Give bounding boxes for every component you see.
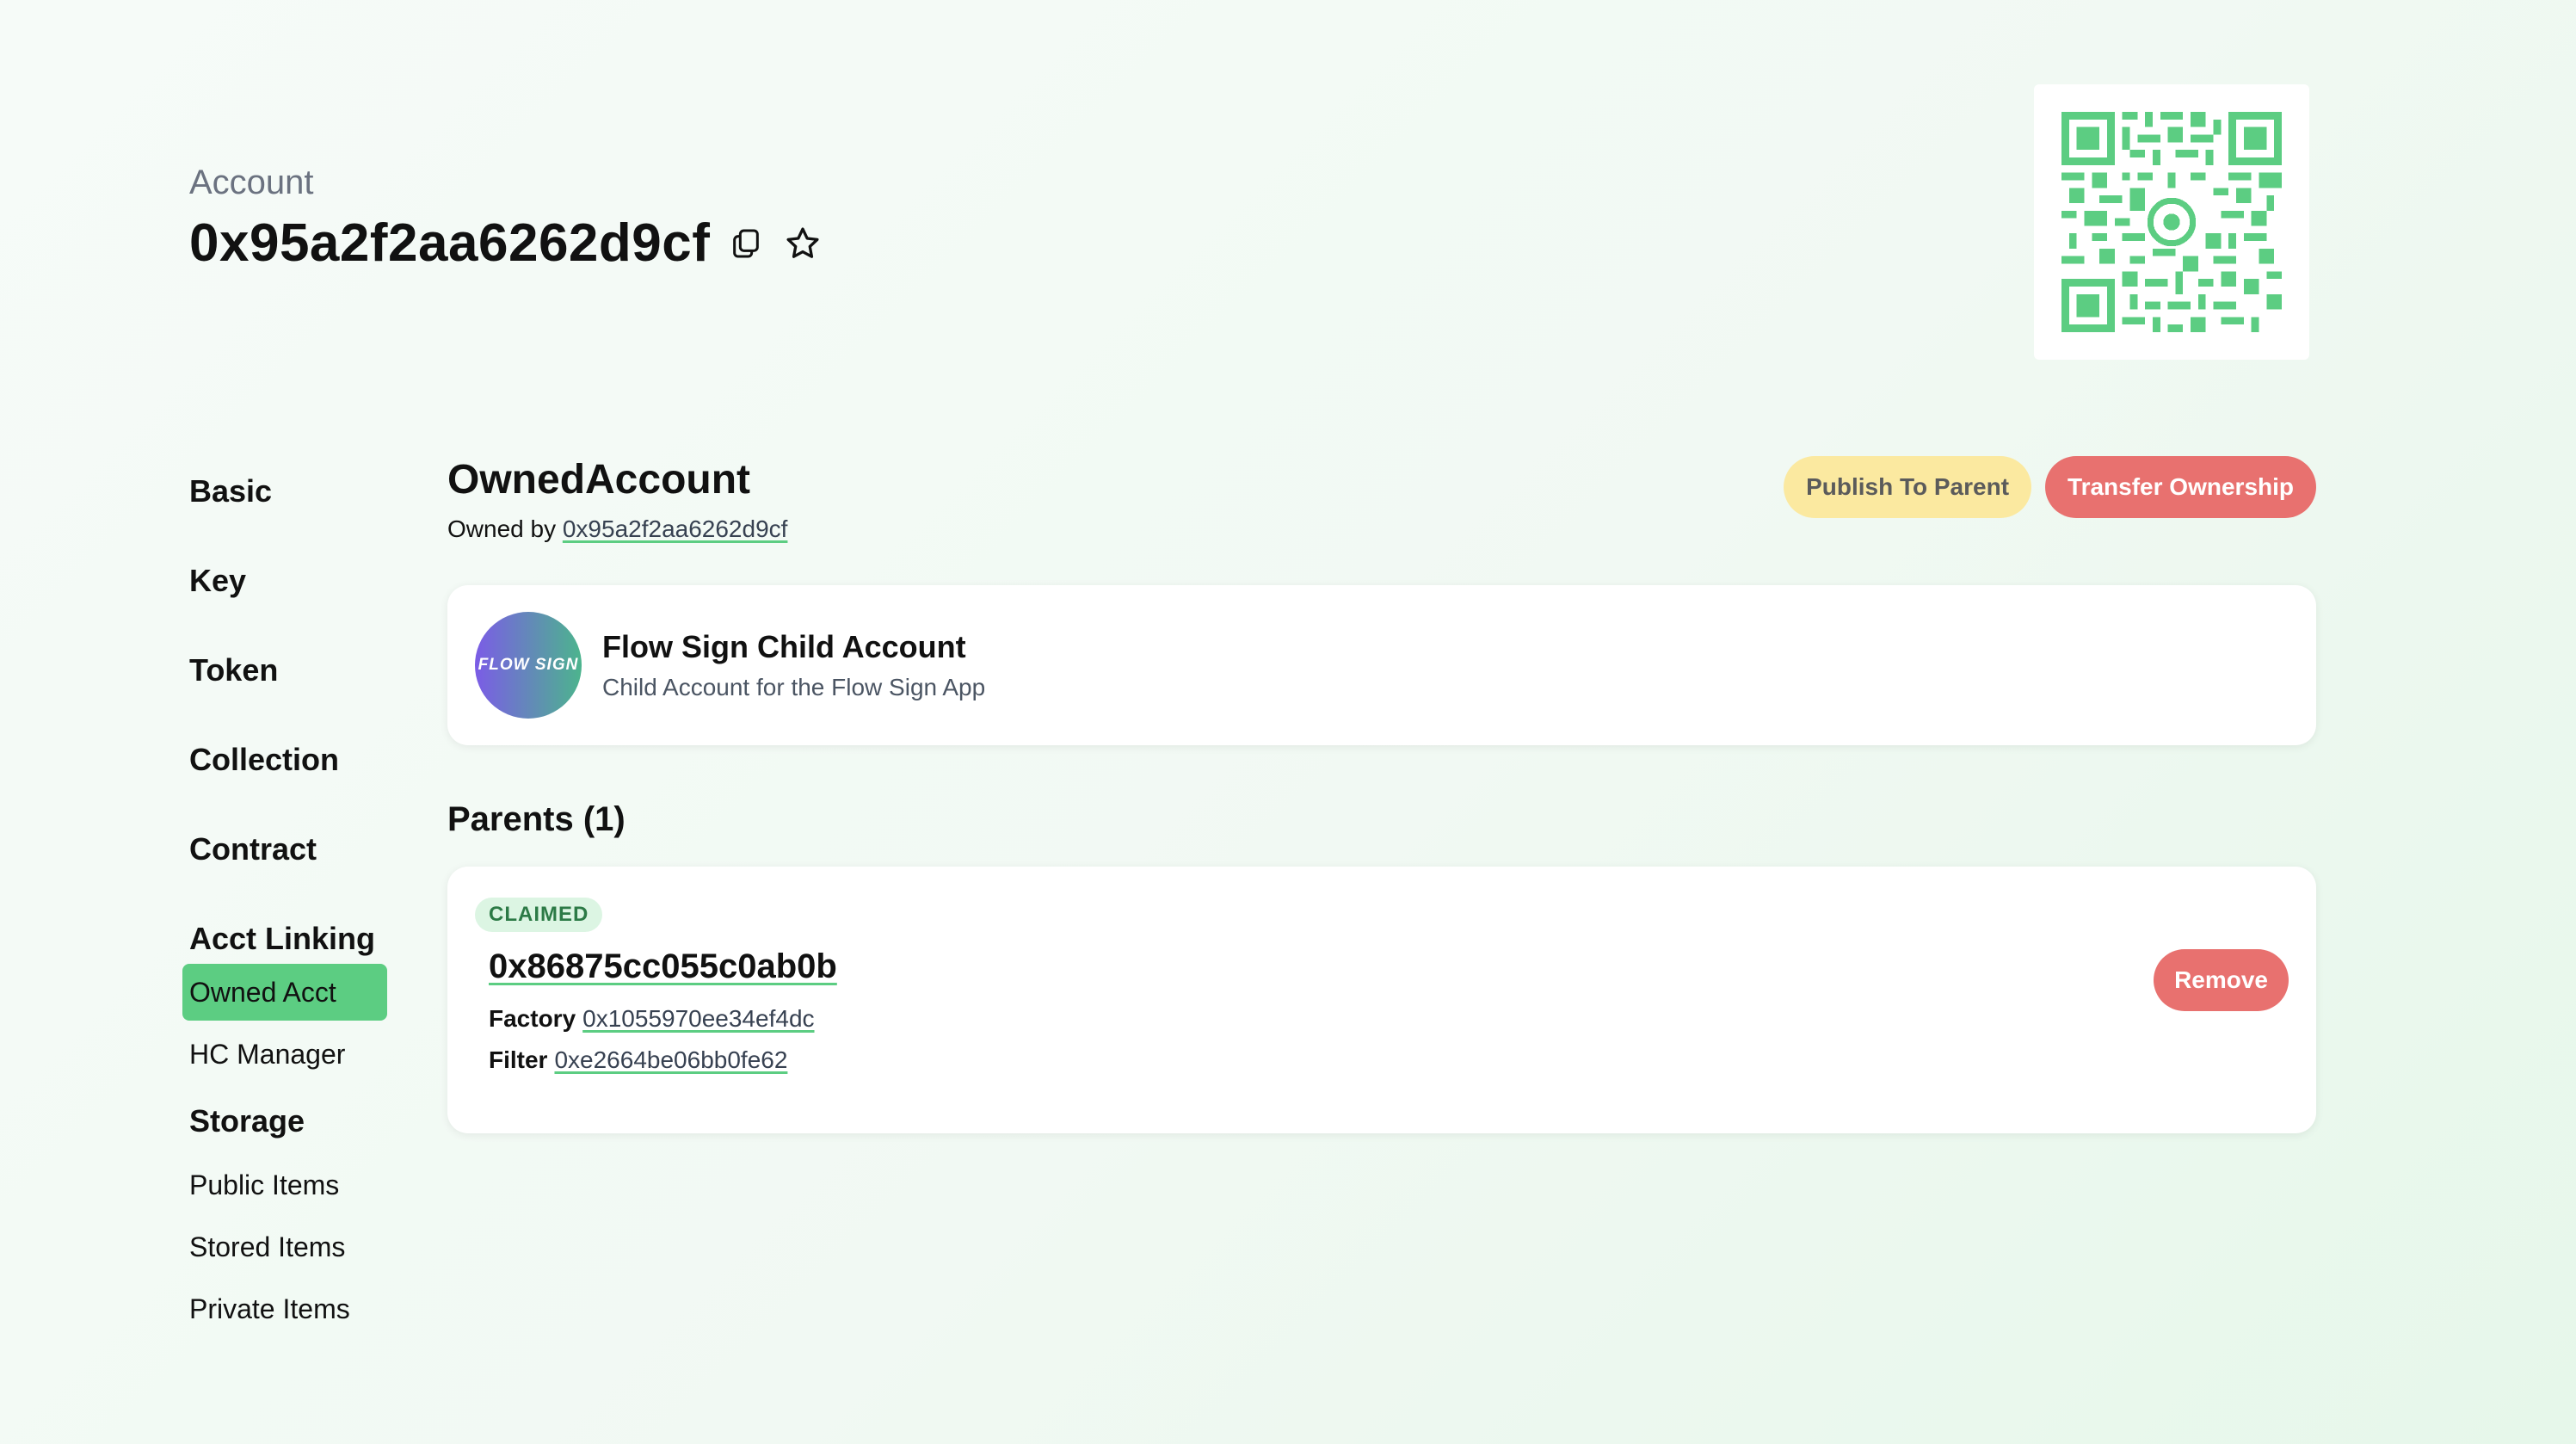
account-address-row: 0x95a2f2aa6262d9cf	[189, 213, 823, 274]
child-account-description: Child Account for the Flow Sign App	[602, 674, 986, 700]
factory-row: Factory 0x1055970ee34ef4dc	[489, 1005, 2289, 1033]
account-header: Account 0x95a2f2aa6262d9cf	[189, 164, 823, 274]
child-account-name: Flow Sign Child Account	[602, 629, 966, 664]
sidebar-item-key[interactable]: Key	[189, 563, 404, 652]
parent-card: CLAIMED 0x86875cc055c0ab0b Factory 0x1055…	[447, 867, 2316, 1133]
sidebar-item-contract[interactable]: Contract	[189, 831, 404, 921]
sidebar-section-storage[interactable]: Storage	[189, 1103, 404, 1157]
account-address: 0x95a2f2aa6262d9cf	[189, 213, 711, 273]
account-label: Account	[189, 164, 314, 201]
sidebar-item-public-items[interactable]: Public Items	[182, 1157, 387, 1213]
main-content: OwnedAccount Owned by 0x95a2f2aa6262d9cf…	[447, 456, 2316, 1133]
sidebar-item-stored-items[interactable]: Stored Items	[182, 1219, 387, 1275]
parents-heading: Parents (1)	[447, 800, 626, 838]
owned-account-header: OwnedAccount Owned by 0x95a2f2aa6262d9cf…	[447, 456, 2316, 585]
parent-address: 0x86875cc055c0ab0b	[489, 947, 2289, 986]
factory-label: Factory	[489, 1005, 576, 1032]
owned-by-line: Owned by 0x95a2f2aa6262d9cf	[447, 515, 2316, 543]
sidebar-item-collection[interactable]: Collection	[189, 742, 404, 831]
star-icon[interactable]	[782, 223, 823, 264]
factory-address-link[interactable]: 0x1055970ee34ef4dc	[582, 1005, 814, 1032]
owned-by-label: Owned by	[447, 515, 557, 542]
sidebar-item-token[interactable]: Token	[189, 652, 404, 742]
sidebar-item-owned-acct[interactable]: Owned Acct	[182, 964, 387, 1021]
action-buttons: Publish To Parent Transfer Ownership	[1784, 456, 2316, 518]
avatar: FLOW SIGN	[475, 612, 582, 719]
publish-to-parent-button[interactable]: Publish To Parent	[1784, 456, 2032, 518]
qr-code	[2034, 84, 2309, 360]
sidebar-item-basic[interactable]: Basic	[189, 473, 404, 563]
sidebar-nav: Basic Key Token Collection Contract Acct…	[182, 473, 404, 1342]
owner-address-link[interactable]: 0x95a2f2aa6262d9cf	[563, 515, 788, 542]
child-account-info: Flow Sign Child Account Child Account fo…	[602, 629, 985, 701]
sidebar-section-acct-linking[interactable]: Acct Linking	[189, 921, 404, 964]
qr-code-icon	[2061, 112, 2282, 332]
transfer-ownership-button[interactable]: Transfer Ownership	[2045, 456, 2316, 518]
child-account-card: FLOW SIGN Flow Sign Child Account Child …	[447, 585, 2316, 745]
sidebar-item-hc-manager[interactable]: HC Manager	[182, 1026, 387, 1083]
remove-button[interactable]: Remove	[2154, 949, 2289, 1011]
filter-address-link[interactable]: 0xe2664be06bb0fe62	[554, 1046, 787, 1073]
sidebar-item-private-items[interactable]: Private Items	[182, 1280, 387, 1337]
copy-icon[interactable]	[725, 223, 767, 264]
parent-address-link[interactable]: 0x86875cc055c0ab0b	[489, 947, 837, 985]
status-badge: CLAIMED	[475, 898, 603, 932]
filter-label: Filter	[489, 1046, 548, 1073]
filter-row: Filter 0xe2664be06bb0fe62	[489, 1046, 2289, 1074]
